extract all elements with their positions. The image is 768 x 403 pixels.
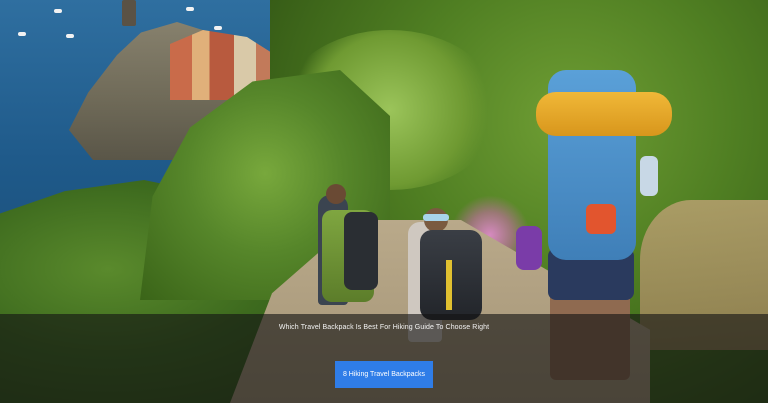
hero-caption: Which Travel Backpack Is Best For Hiking… bbox=[278, 324, 490, 331]
hiker-1-head bbox=[326, 184, 346, 204]
boat bbox=[186, 7, 194, 11]
boat bbox=[54, 9, 62, 13]
hiker-2-headband bbox=[423, 214, 449, 221]
backpack-pocket bbox=[586, 204, 616, 234]
boat bbox=[66, 34, 74, 38]
water-bottle bbox=[516, 226, 542, 270]
boat bbox=[214, 26, 222, 30]
sleeping-mat bbox=[536, 92, 672, 136]
village-tower bbox=[122, 0, 136, 26]
boat bbox=[18, 32, 26, 36]
hiker-1-backpack-strap bbox=[344, 212, 378, 290]
hiker-2-backpack-strap bbox=[446, 260, 452, 310]
cta-button[interactable]: 8 Hiking Travel Backpacks bbox=[335, 361, 433, 388]
water-bottle bbox=[640, 156, 658, 196]
